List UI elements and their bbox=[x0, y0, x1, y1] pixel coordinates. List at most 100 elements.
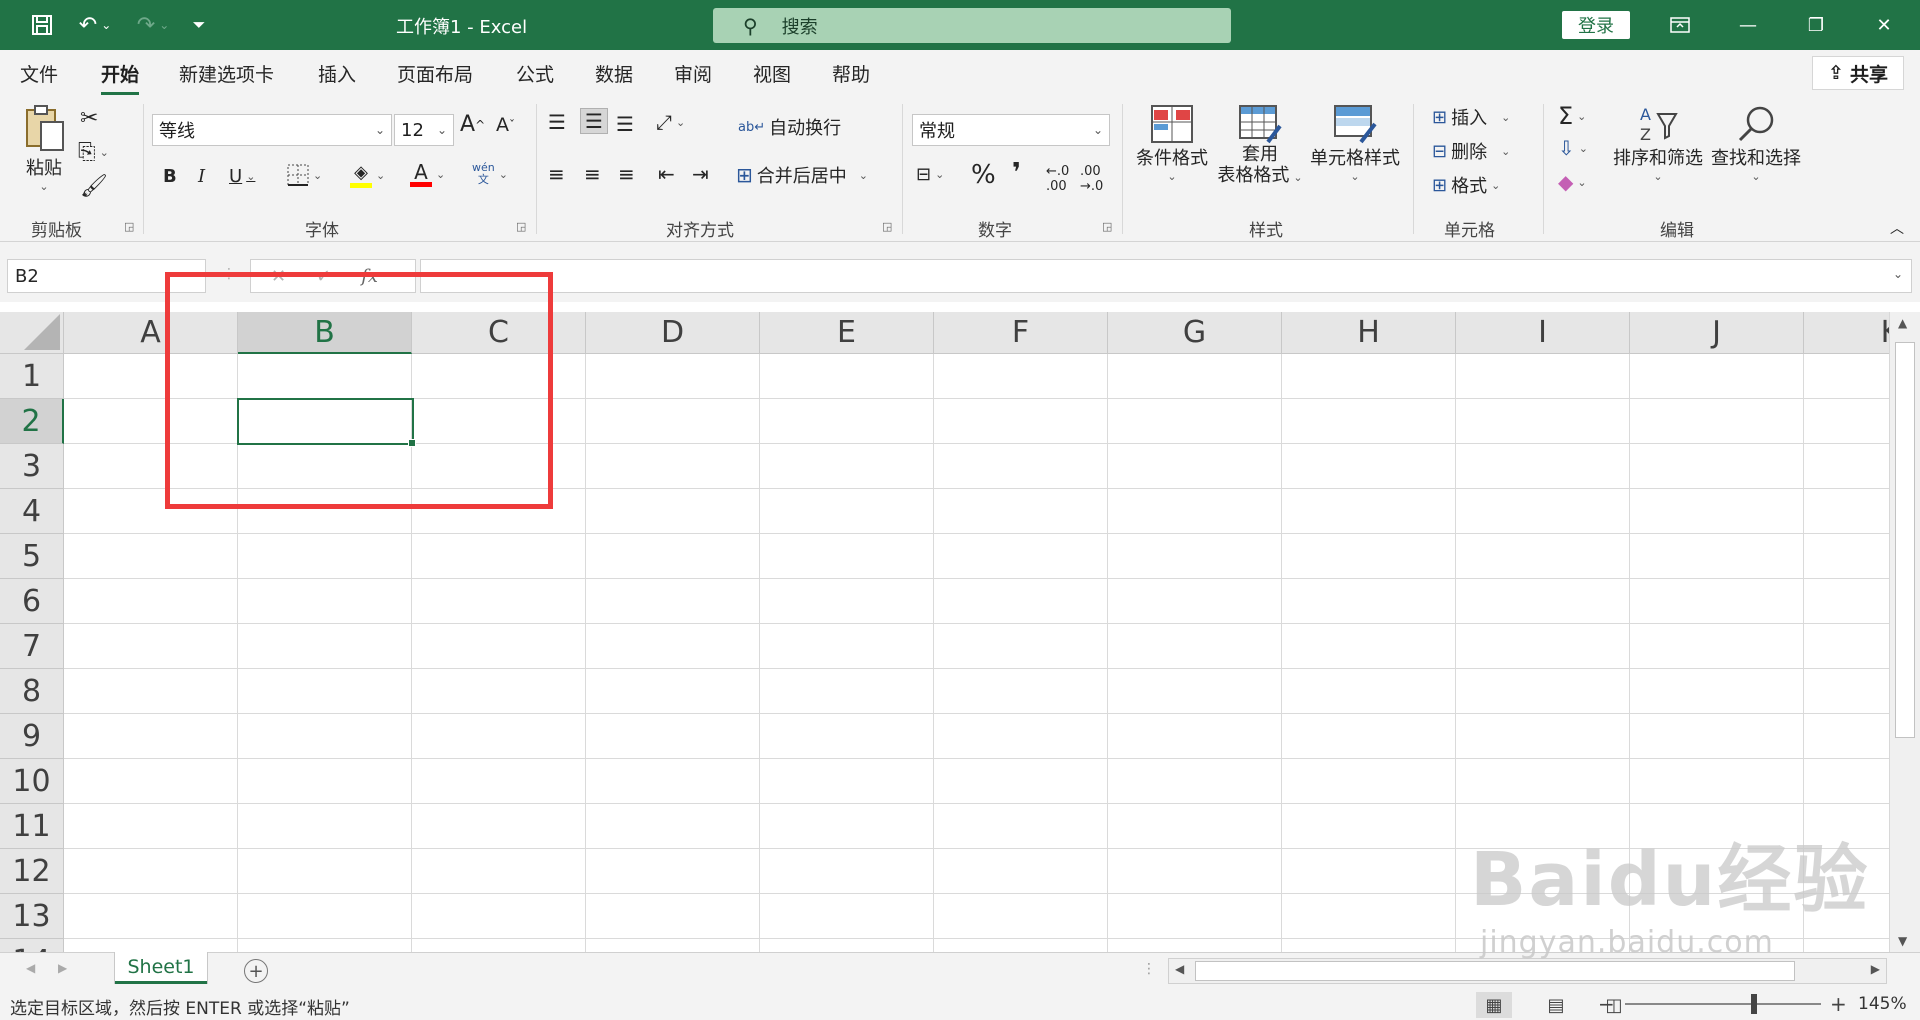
tab-review[interactable]: 审阅 bbox=[674, 60, 712, 87]
conditional-formatting-button[interactable]: 条件格式 ⌄ bbox=[1132, 104, 1212, 183]
column-header-h[interactable]: H bbox=[1282, 312, 1456, 354]
format-as-table-button[interactable]: 套用 表格格式 ⌄ bbox=[1214, 104, 1306, 188]
font-name-select[interactable]: 等线 ⌄ bbox=[152, 114, 392, 146]
add-sheet-icon[interactable]: + bbox=[244, 959, 268, 983]
cell-styles-button[interactable]: 单元格样式 ⌄ bbox=[1308, 104, 1402, 183]
formula-input[interactable]: ⌄ bbox=[420, 259, 1912, 293]
find-select-button[interactable]: 查找和选择 ⌄ bbox=[1708, 104, 1804, 183]
delete-cells-button[interactable]: ⊟ 删除 ⌄ bbox=[1432, 138, 1510, 164]
vertical-scrollbar[interactable]: ▲ ▼ bbox=[1889, 312, 1920, 952]
save-icon[interactable] bbox=[24, 0, 60, 50]
collapse-ribbon-icon[interactable]: ︿ bbox=[1890, 218, 1904, 238]
row-header-11[interactable]: 11 bbox=[0, 804, 64, 849]
tab-data[interactable]: 数据 bbox=[595, 60, 633, 87]
clear-icon[interactable]: ◆ ⌄ bbox=[1558, 170, 1587, 194]
align-bottom-icon[interactable]: ☰ bbox=[616, 112, 634, 136]
zoom-level[interactable]: 145% bbox=[1858, 994, 1907, 1014]
alignment-launcher-icon[interactable]: ◲ bbox=[882, 220, 892, 233]
normal-view-icon[interactable]: ▦ bbox=[1476, 992, 1512, 1018]
expand-formula-bar-icon[interactable]: ⌄ bbox=[1893, 267, 1903, 281]
italic-button[interactable]: I bbox=[198, 166, 205, 187]
decrease-decimal-icon[interactable]: .00 →.0 bbox=[1080, 164, 1103, 194]
row-header-6[interactable]: 6 bbox=[0, 579, 64, 624]
zoom-slider[interactable] bbox=[1625, 1003, 1821, 1005]
tab-page-layout[interactable]: 页面布局 bbox=[397, 60, 473, 87]
shrink-font-icon[interactable]: Aˇ bbox=[496, 114, 515, 136]
align-middle-icon[interactable]: ☰ bbox=[580, 108, 608, 134]
row-header-8[interactable]: 8 bbox=[0, 669, 64, 714]
decrease-indent-icon[interactable]: ⇤ bbox=[658, 162, 675, 186]
customize-qat-icon[interactable]: ⏷ bbox=[186, 0, 212, 50]
borders-button[interactable]: ⌄ bbox=[287, 164, 322, 186]
row-header-5[interactable]: 5 bbox=[0, 534, 64, 579]
page-layout-view-icon[interactable]: ▤ bbox=[1538, 992, 1574, 1018]
row-header-3[interactable]: 3 bbox=[0, 444, 64, 489]
font-color-button[interactable]: A ⌄ bbox=[410, 162, 445, 187]
minimize-icon[interactable]: — bbox=[1720, 0, 1776, 50]
phonetic-button[interactable]: wén 文 ⌄ bbox=[472, 162, 508, 186]
zoom-out-icon[interactable]: − bbox=[1598, 992, 1615, 1016]
next-sheet-icon[interactable]: ▶ bbox=[58, 961, 67, 975]
sheet-tab[interactable]: Sheet1 bbox=[115, 952, 207, 984]
tab-insert[interactable]: 插入 bbox=[318, 60, 356, 87]
paste-button[interactable]: 粘贴 ⌄ bbox=[20, 104, 68, 193]
orientation-icon[interactable]: ⤢ ⌄ bbox=[656, 110, 685, 134]
column-header-i[interactable]: I bbox=[1456, 312, 1630, 354]
wrap-text-button[interactable]: ab↵ 自动换行 bbox=[738, 114, 841, 140]
align-left-icon[interactable]: ≡ bbox=[548, 162, 565, 186]
increase-decimal-icon[interactable]: ←.0.00 bbox=[1046, 164, 1069, 194]
vertical-scroll-thumb[interactable] bbox=[1895, 342, 1915, 738]
comma-button[interactable]: ❜ bbox=[1012, 158, 1021, 188]
column-header-g[interactable]: G bbox=[1108, 312, 1282, 354]
close-icon[interactable]: ✕ bbox=[1856, 0, 1912, 50]
column-header-d[interactable]: D bbox=[586, 312, 760, 354]
bold-button[interactable]: B bbox=[163, 166, 177, 187]
tab-new-tab[interactable]: 新建选项卡 bbox=[179, 60, 274, 87]
tab-home[interactable]: 开始 bbox=[101, 60, 140, 95]
select-all-button[interactable] bbox=[0, 312, 64, 354]
copy-icon[interactable]: ⎘ ⌄ bbox=[78, 140, 109, 165]
format-cells-button[interactable]: ⊞ 格式 ⌄ bbox=[1432, 172, 1500, 198]
row-header-12[interactable]: 12 bbox=[0, 849, 64, 894]
font-launcher-icon[interactable]: ◲ bbox=[516, 220, 526, 233]
scroll-left-icon[interactable]: ◀ bbox=[1175, 962, 1184, 976]
format-painter-icon[interactable]: 🖌 bbox=[80, 174, 108, 199]
align-center-icon[interactable]: ≡ bbox=[584, 162, 601, 186]
column-header-j[interactable]: J bbox=[1630, 312, 1804, 354]
scroll-right-icon[interactable]: ▶ bbox=[1871, 962, 1880, 976]
sort-filter-button[interactable]: AZ 排序和筛选 ⌄ bbox=[1612, 104, 1704, 183]
horizontal-scrollbar[interactable]: ◀ ▶ bbox=[1168, 958, 1887, 984]
increase-indent-icon[interactable]: ⇥ bbox=[692, 162, 709, 186]
tab-file[interactable]: 文件 bbox=[20, 60, 58, 87]
tab-view[interactable]: 视图 bbox=[753, 60, 791, 87]
paste-dropdown-icon[interactable]: ⌄ bbox=[39, 180, 48, 193]
font-size-select[interactable]: 12 ⌄ bbox=[394, 114, 454, 146]
restore-icon[interactable]: ❐ bbox=[1788, 0, 1844, 50]
align-top-icon[interactable]: ☰ bbox=[548, 110, 566, 134]
underline-button[interactable]: U ⌄ bbox=[229, 166, 255, 187]
tab-formulas[interactable]: 公式 bbox=[516, 60, 554, 87]
row-header-14[interactable]: 14 bbox=[0, 939, 64, 952]
row-header-9[interactable]: 9 bbox=[0, 714, 64, 759]
clipboard-launcher-icon[interactable]: ◲ bbox=[124, 220, 134, 233]
row-header-4[interactable]: 4 bbox=[0, 489, 64, 534]
align-right-icon[interactable]: ≡ bbox=[618, 162, 635, 186]
prev-sheet-icon[interactable]: ◀ bbox=[26, 961, 35, 975]
percent-button[interactable]: % bbox=[971, 160, 996, 190]
insert-cells-button[interactable]: ⊞ 插入 ⌄ bbox=[1432, 104, 1510, 130]
zoom-slider-thumb[interactable] bbox=[1751, 994, 1757, 1014]
tab-split-grip-icon[interactable]: ⋮ bbox=[1142, 961, 1156, 977]
horizontal-scroll-thumb[interactable] bbox=[1195, 961, 1795, 981]
row-header-13[interactable]: 13 bbox=[0, 894, 64, 939]
column-header-e[interactable]: E bbox=[760, 312, 934, 354]
grow-font-icon[interactable]: A ^ bbox=[460, 112, 485, 137]
ribbon-display-icon[interactable] bbox=[1652, 0, 1708, 50]
search-box[interactable]: ⚲ 搜索 bbox=[713, 8, 1231, 43]
row-header-2[interactable]: 2 bbox=[0, 399, 64, 444]
number-format-select[interactable]: 常规 ⌄ bbox=[912, 114, 1110, 146]
fill-icon[interactable]: ⇩ ⌄ bbox=[1558, 136, 1588, 160]
zoom-in-icon[interactable]: + bbox=[1830, 992, 1847, 1016]
cut-icon[interactable]: ✂ bbox=[80, 106, 98, 131]
column-header-f[interactable]: F bbox=[934, 312, 1108, 354]
currency-icon[interactable]: ⊟ ⌄ bbox=[916, 164, 944, 185]
